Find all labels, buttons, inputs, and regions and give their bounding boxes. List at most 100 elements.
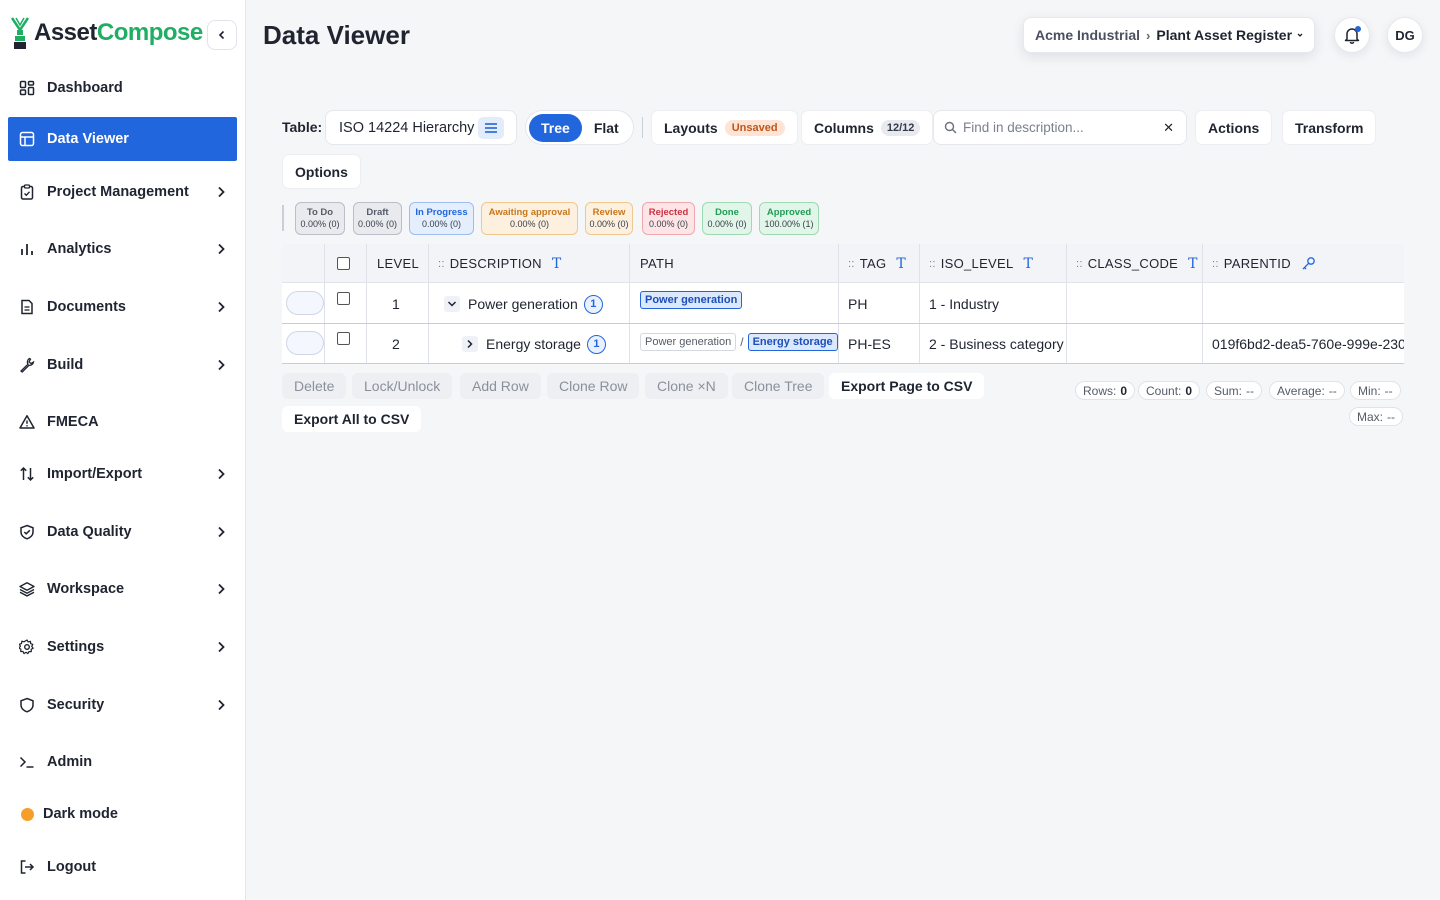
notification-dot — [1355, 26, 1361, 32]
header-class-code-label: CLASS_CODE — [1087, 256, 1179, 271]
text-filter-icon[interactable]: T — [552, 256, 562, 272]
layers-icon — [18, 580, 36, 598]
row-drag-handle[interactable] — [286, 331, 324, 355]
dark-mode-toggle[interactable]: Dark mode — [8, 792, 237, 836]
sidebar-item-settings[interactable]: Settings — [8, 625, 237, 669]
row-checkbox[interactable] — [337, 318, 350, 358]
add-row-button[interactable]: Add Row — [460, 373, 541, 399]
header-level[interactable]: LEVEL — [377, 244, 419, 283]
status-chip-done[interactable]: Done 0.00% (0) — [702, 202, 752, 235]
clone-n-button[interactable]: Clone ×N — [645, 373, 728, 399]
logout-icon — [18, 858, 36, 876]
status-chip-rejected[interactable]: Rejected 0.00% (0) — [642, 202, 695, 235]
logout-button[interactable]: Logout — [8, 845, 237, 889]
export-page-csv-button[interactable]: Export Page to CSV — [829, 373, 985, 399]
path-segment[interactable]: Power generation — [640, 291, 743, 309]
header-description[interactable]: :: DESCRIPTION T — [438, 244, 562, 283]
notifications-button[interactable] — [1334, 17, 1370, 53]
chevron-right-icon — [218, 359, 225, 371]
sidebar-item-import-export[interactable]: Import/Export — [8, 452, 237, 496]
status-chip-review[interactable]: Review 0.00% (0) — [585, 202, 633, 235]
app-logo[interactable]: AssetCompose — [10, 16, 203, 50]
sidebar-item-documents[interactable]: Documents — [8, 285, 237, 329]
sidebar-item-fmeca[interactable]: FMECA — [8, 400, 237, 444]
sidebar-item-dashboard[interactable]: Dashboard — [8, 66, 237, 110]
sidebar-item-label: Admin — [47, 754, 93, 770]
header-parentid[interactable]: :: PARENTID — [1212, 244, 1316, 283]
table-row[interactable]: 1 Power generation 1 Power generation PH… — [282, 284, 1404, 324]
collapse-sidebar-button[interactable] — [207, 20, 237, 50]
header-class-code[interactable]: :: CLASS_CODE T — [1076, 244, 1198, 283]
layouts-button[interactable]: Layouts Unsaved — [651, 110, 798, 145]
description-text: Energy storage — [486, 336, 581, 352]
select-all-checkbox[interactable] — [337, 255, 350, 271]
collapse-row-icon[interactable] — [444, 296, 460, 312]
view-tree-button[interactable]: Tree — [529, 113, 582, 142]
header-tag[interactable]: :: TAG T — [848, 244, 906, 283]
chevron-right-icon — [218, 243, 225, 255]
path-segment[interactable]: Power generation — [640, 333, 737, 351]
header-description-label: DESCRIPTION — [449, 256, 542, 271]
key-icon[interactable] — [1301, 256, 1316, 271]
cell-level: 2 — [392, 336, 400, 352]
status-chip-approved[interactable]: Approved 100.00% (1) — [759, 202, 819, 235]
org-name: Acme Industrial — [1035, 27, 1141, 43]
org-project-switcher[interactable]: Acme Industrial › Plant Asset Register — [1023, 17, 1315, 53]
text-filter-icon[interactable]: T — [1188, 256, 1198, 272]
header-path[interactable]: PATH — [640, 244, 674, 283]
header-iso-level[interactable]: :: ISO_LEVEL T — [929, 244, 1033, 283]
search-input[interactable] — [963, 120, 1153, 135]
sidebar-item-data-viewer[interactable]: Data Viewer — [8, 117, 237, 161]
stat-count: Count: 0 — [1138, 381, 1201, 400]
text-filter-icon[interactable]: T — [896, 256, 906, 272]
clipboard-icon — [18, 183, 36, 201]
sidebar-item-data-quality[interactable]: Data Quality — [8, 510, 237, 554]
path-segment[interactable]: Energy storage — [747, 333, 838, 351]
sidebar-item-admin[interactable]: Admin — [8, 740, 237, 784]
drag-handle-icon[interactable]: :: — [929, 258, 936, 270]
cell-description: Power generation 1 — [444, 284, 603, 324]
breadcrumb-separator: › — [1146, 27, 1151, 43]
drag-handle-icon[interactable]: :: — [848, 258, 855, 270]
export-all-csv-button[interactable]: Export All to CSV — [282, 406, 422, 432]
description-text: Power generation — [468, 296, 578, 312]
table-row[interactable]: 2 Energy storage 1 Power generation / En… — [282, 324, 1404, 364]
view-flat-button[interactable]: Flat — [582, 114, 631, 142]
lock-unlock-button[interactable]: Lock/Unlock — [352, 373, 453, 399]
clone-tree-button[interactable]: Clone Tree — [732, 373, 825, 399]
table-menu-button[interactable] — [478, 117, 504, 139]
delete-button[interactable]: Delete — [282, 373, 347, 399]
row-drag-handle[interactable] — [286, 291, 324, 315]
text-filter-icon[interactable]: T — [1024, 256, 1034, 272]
clear-search-icon[interactable]: ✕ — [1163, 120, 1174, 136]
drag-handle-icon[interactable]: :: — [438, 258, 445, 270]
chevron-right-icon — [218, 301, 225, 313]
status-chip-awaiting-approval[interactable]: Awaiting approval 0.00% (0) — [481, 202, 578, 235]
actions-button[interactable]: Actions — [1195, 110, 1273, 145]
stat-label: Rows: — [1083, 383, 1117, 398]
expand-row-icon[interactable] — [462, 336, 478, 352]
table-icon — [18, 130, 36, 148]
options-button[interactable]: Options — [282, 154, 361, 189]
drag-handle-icon[interactable]: :: — [1212, 258, 1219, 270]
sidebar-item-security[interactable]: Security — [8, 683, 237, 727]
sidebar-item-project-management[interactable]: Project Management — [8, 170, 237, 214]
columns-button[interactable]: Columns 12/12 — [801, 110, 934, 145]
data-grid: LEVEL :: DESCRIPTION T PATH :: TAG T :: … — [282, 244, 1404, 364]
sidebar-item-label: Workspace — [47, 581, 125, 597]
status-chip-label: Review — [592, 207, 626, 218]
status-chip-in-progress[interactable]: In Progress 0.00% (0) — [409, 202, 474, 235]
status-chip-draft[interactable]: Draft 0.00% (0) — [353, 202, 402, 235]
transform-button[interactable]: Transform — [1282, 110, 1377, 145]
row-checkbox[interactable] — [337, 278, 350, 318]
sidebar-item-build[interactable]: Build — [8, 343, 237, 387]
drag-handle-icon[interactable]: :: — [1076, 258, 1083, 270]
sidebar-item-analytics[interactable]: Analytics — [8, 227, 237, 271]
status-chip-to-do[interactable]: To Do 0.00% (0) — [295, 202, 345, 235]
user-avatar[interactable]: DG — [1387, 17, 1423, 53]
sidebar-item-workspace[interactable]: Workspace — [8, 567, 237, 611]
stat-label: Count: — [1146, 383, 1182, 398]
search-icon — [944, 121, 957, 134]
clone-row-button[interactable]: Clone Row — [547, 373, 640, 399]
table-selector[interactable]: ISO 14224 Hierarchy — [325, 110, 517, 145]
